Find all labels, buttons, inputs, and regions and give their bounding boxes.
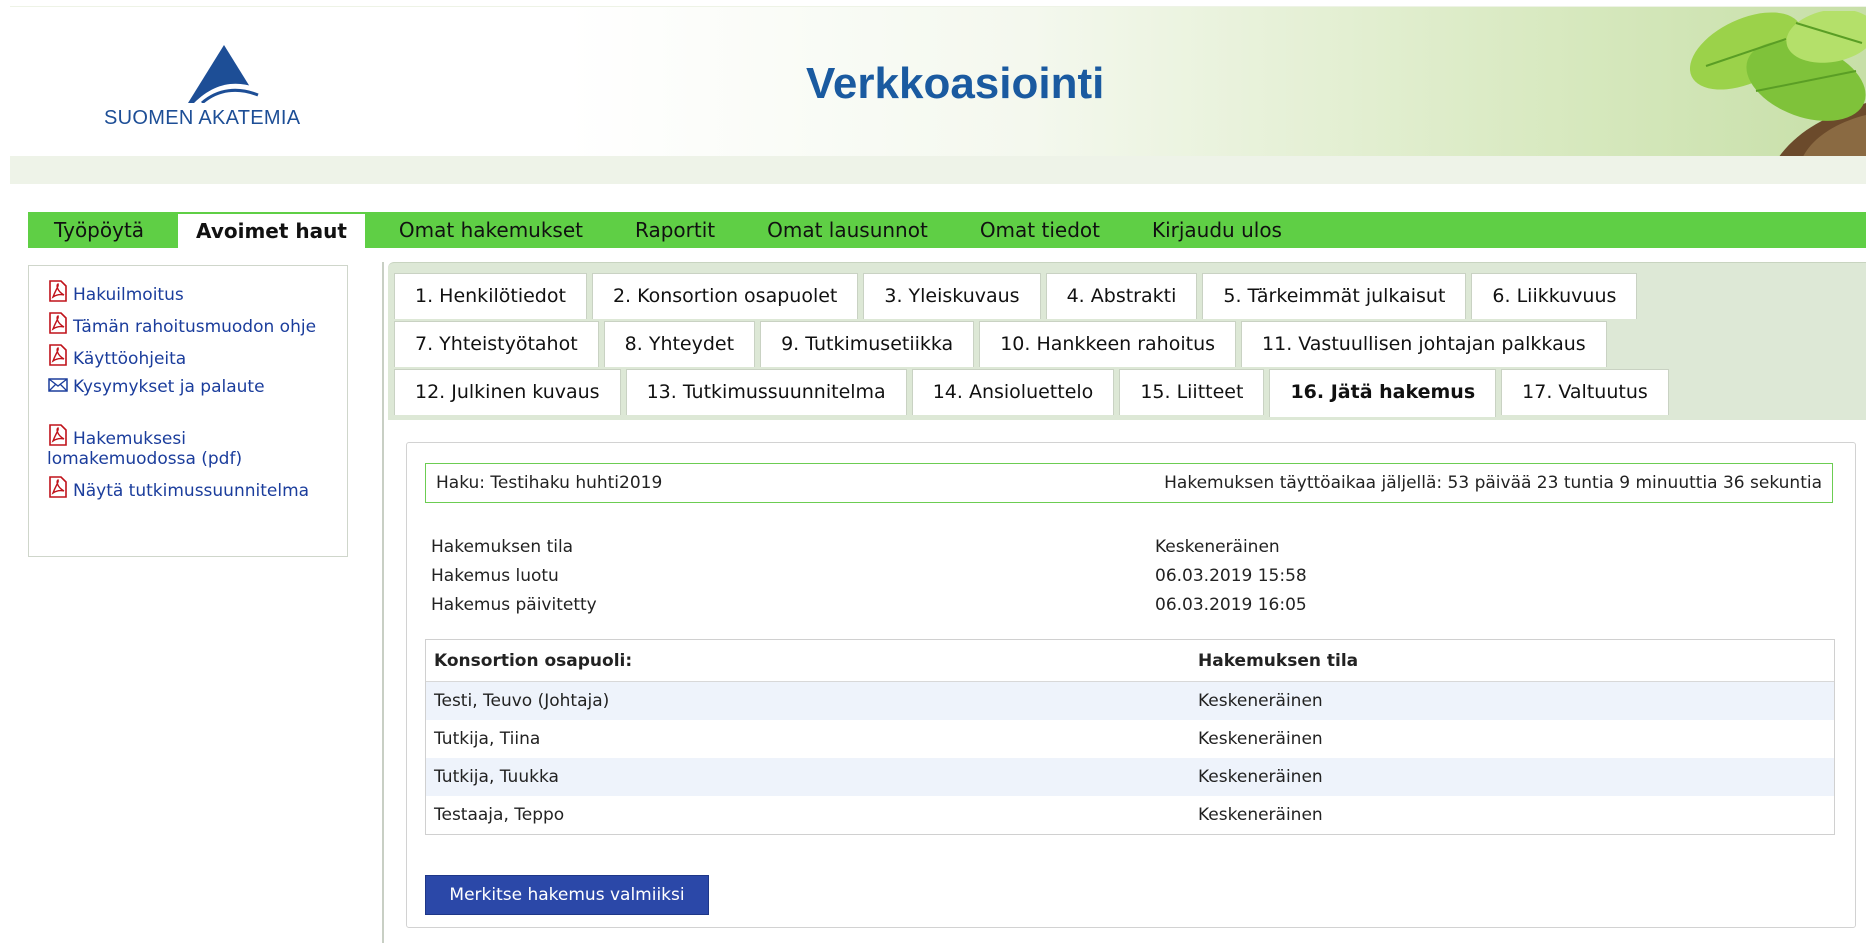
participants-table: Konsortion osapuoli: Hakemuksen tila Tes… [425,639,1835,835]
main-content: 1. Henkilötiedot 2. Konsortion osapuolet… [382,262,1866,943]
sidebar-link-hakemus-pdf[interactable]: Hakemuksesi lomakemuodossa (pdf) [47,424,333,469]
leaves-image [1689,11,1866,161]
tab-konsortion-osapuolet[interactable]: 2. Konsortion osapuolet [591,273,859,319]
sidebar-link-label: Hakuilmoitus [73,285,184,305]
column-header: Konsortion osapuoli: [434,651,633,671]
nav-item-tyopoyta[interactable]: Työpöytä [28,212,170,248]
sidebar-link-label: Kysymykset ja palaute [73,377,265,397]
participant-name: Testi, Teuvo (Johtaja) [434,691,610,711]
suomen-akatemia-logo[interactable]: SUOMEN AKATEMIA [92,37,352,142]
tab-julkinen-kuvaus[interactable]: 12. Julkinen kuvaus [394,369,621,415]
status-row: Hakemus päivitetty 06.03.2019 16:05 [431,591,1831,620]
tab-yleiskuvaus[interactable]: 3. Yleiskuvaus [863,273,1041,319]
status-row: Hakemuksen tila Keskeneräinen [431,533,1831,562]
sidebar-link-label: Tämän rahoitusmuodon ohje [73,317,317,337]
participant-status: Keskeneräinen [1198,729,1323,749]
sidebar-link-label: Käyttöohjeita [73,349,187,369]
pdf-icon [49,344,67,366]
status-row: Hakemus luotu 06.03.2019 15:58 [431,562,1831,591]
application-status: Hakemuksen tila Keskeneräinen Hakemus lu… [431,533,1831,620]
status-label: Hakemuksen tila [431,537,574,557]
sidebar-link-label: Hakemuksesi lomakemuodossa (pdf) [47,429,243,469]
logo-text: SUOMEN AKATEMIA [104,107,301,129]
header-band [10,156,1866,184]
table-row: Tutkija, Tuukka Keskeneräinen [426,758,1834,796]
table-row: Testi, Teuvo (Johtaja) Keskeneräinen [426,682,1834,720]
nav-item-omat-lausunnot[interactable]: Omat lausunnot [741,212,954,248]
tab-yhteistyotahot[interactable]: 7. Yhteistyötahot [394,321,599,367]
table-row: Testaaja, Teppo Keskeneräinen [426,796,1834,834]
column-header: Hakemuksen tila [1198,651,1359,671]
status-value: 06.03.2019 15:58 [1155,566,1307,586]
tab-ansioluettelo[interactable]: 14. Ansioluettelo [911,369,1115,415]
sidebar-link-kysymykset-ja-palaute[interactable]: Kysymykset ja palaute [47,376,333,397]
sidebar-link-nayta-tutkimussuunnitelma[interactable]: Näytä tutkimussuunnitelma [47,476,333,501]
tab-hankkeen-rahoitus[interactable]: 10. Hankkeen rahoitus [979,321,1237,367]
tab-tarkeimmat-julkaisut[interactable]: 5. Tärkeimmät julkaisut [1202,273,1467,319]
time-remaining: Hakemuksen täyttöaikaa jäljellä: 53 päiv… [1164,473,1822,493]
submit-application-panel: Haku: Testihaku huhti2019 Hakemuksen täy… [406,442,1856,928]
sidebar-link-hakuilmoitus[interactable]: Hakuilmoitus [47,280,333,305]
pdf-icon [49,424,67,446]
main-navigation: Työpöytä Avoimet haut Omat hakemukset Ra… [28,212,1866,248]
tab-row: 12. Julkinen kuvaus 13. Tutkimussuunnite… [394,369,1866,417]
participant-status: Keskeneräinen [1198,691,1323,711]
status-value: 06.03.2019 16:05 [1155,595,1307,615]
status-label: Hakemus päivitetty [431,595,597,615]
tab-vastuullisen-johtajan-palkkaus[interactable]: 11. Vastuullisen johtajan palkkaus [1241,321,1607,367]
tab-tutkimussuunnitelma[interactable]: 13. Tutkimussuunnitelma [625,369,907,415]
site-header: SUOMEN AKATEMIA Verkkoasiointi [10,6,1866,161]
pdf-icon [49,312,67,334]
sidebar-link-label: Näytä tutkimussuunnitelma [73,481,310,501]
call-name: Haku: Testihaku huhti2019 [436,473,663,493]
tab-liikkuvuus[interactable]: 6. Liikkuvuus [1471,273,1638,319]
sidebar-link-kayttoohjeita[interactable]: Käyttöohjeita [47,344,333,369]
sidebar-link-rahoitusmuodon-ohje[interactable]: Tämän rahoitusmuodon ohje [47,312,333,337]
nav-item-omat-hakemukset[interactable]: Omat hakemukset [373,212,609,248]
tab-liitteet[interactable]: 15. Liitteet [1119,369,1265,415]
site-title: Verkkoasiointi [806,59,1105,108]
participant-name: Tutkija, Tiina [434,729,541,749]
pdf-icon [49,476,67,498]
tab-tutkimusetiikka[interactable]: 9. Tutkimusetiikka [760,321,975,367]
tab-abstrakti[interactable]: 4. Abstrakti [1045,273,1198,319]
tab-henkilotiedot[interactable]: 1. Henkilötiedot [394,273,587,319]
logo-mark-icon [188,45,260,103]
nav-item-omat-tiedot[interactable]: Omat tiedot [954,212,1126,248]
tab-row: 1. Henkilötiedot 2. Konsortion osapuolet… [394,273,1866,321]
tab-row: 7. Yhteistyötahot 8. Yhteydet 9. Tutkimu… [394,321,1866,369]
tab-valtuutus[interactable]: 17. Valtuutus [1501,369,1669,415]
tab-yhteydet[interactable]: 8. Yhteydet [603,321,756,367]
status-label: Hakemus luotu [431,566,559,586]
nav-item-raportit[interactable]: Raportit [609,212,741,248]
nav-item-avoimet-haut[interactable]: Avoimet haut [178,214,365,248]
pdf-icon [49,280,67,302]
participant-status: Keskeneräinen [1198,767,1323,787]
table-header: Konsortion osapuoli: Hakemuksen tila [426,640,1834,682]
table-row: Tutkija, Tiina Keskeneräinen [426,720,1834,758]
participant-name: Tutkija, Tuukka [434,767,559,787]
mark-complete-button[interactable]: Merkitse hakemus valmiiksi [425,875,709,915]
form-tabs: 1. Henkilötiedot 2. Konsortion osapuolet… [388,262,1866,420]
participant-status: Keskeneräinen [1198,805,1323,825]
sidebar: Hakuilmoitus Tämän rahoitusmuodon ohje K… [28,265,348,557]
mail-icon [48,378,68,392]
participant-name: Testaaja, Teppo [434,805,565,825]
call-info-bar: Haku: Testihaku huhti2019 Hakemuksen täy… [425,463,1833,503]
status-value: Keskeneräinen [1155,537,1280,557]
nav-item-kirjaudu-ulos[interactable]: Kirjaudu ulos [1126,212,1308,248]
tab-jata-hakemus[interactable]: 16. Jätä hakemus [1269,369,1497,417]
